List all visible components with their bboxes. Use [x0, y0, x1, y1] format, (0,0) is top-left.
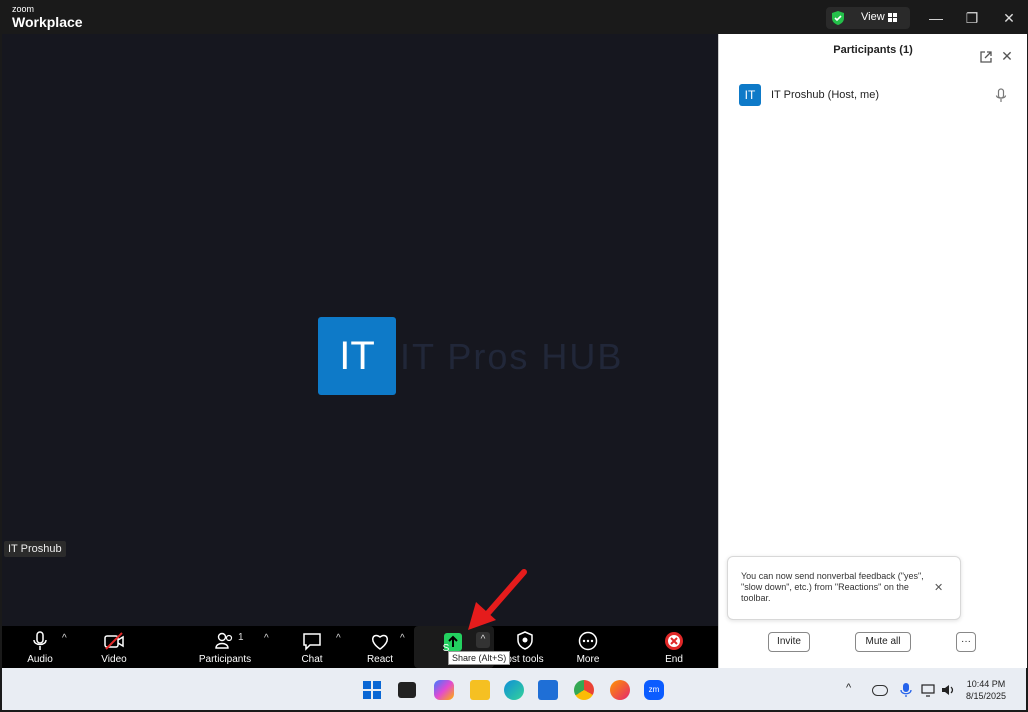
toast-close-icon[interactable]: ✕ — [934, 581, 943, 594]
mute-all-button[interactable]: Mute all — [855, 632, 911, 652]
participants-icon — [215, 632, 233, 649]
show-hidden-icons-icon[interactable]: ^ — [846, 682, 862, 698]
copilot-icon[interactable] — [434, 680, 454, 700]
chrome-browser-icon[interactable] — [574, 680, 594, 700]
share-tooltip: Share (Alt+S) — [448, 651, 511, 665]
chat-button[interactable]: Chat — [294, 626, 330, 668]
participants-caret-icon[interactable]: ^ — [264, 633, 269, 644]
security-shield-icon — [832, 11, 844, 25]
end-button[interactable]: End — [656, 626, 692, 668]
audio-caret-icon[interactable]: ^ — [62, 633, 67, 644]
taskbar: zm ^ 10:44 PM 8/15/2025 — [2, 668, 1026, 710]
react-caret-icon[interactable]: ^ — [400, 633, 405, 644]
microphone-icon[interactable] — [995, 88, 1007, 104]
network-icon[interactable] — [920, 682, 936, 698]
video-off-icon — [104, 632, 124, 650]
microsoft-store-icon[interactable] — [538, 680, 558, 700]
chat-bubble-icon — [303, 633, 321, 651]
video-label: Video — [101, 654, 127, 665]
more-label: More — [576, 654, 600, 665]
red-pointer-arrow-icon — [468, 569, 527, 630]
clock-time: 10:44 PM — [966, 679, 1006, 689]
chat-label: Chat — [301, 654, 323, 665]
more-options-button[interactable]: ··· — [956, 632, 976, 652]
end-call-icon — [665, 632, 683, 650]
brand-zoom: zoom — [12, 4, 35, 14]
cloud-offline-icon[interactable] — [872, 685, 888, 696]
chat-caret-icon[interactable]: ^ — [336, 633, 341, 644]
react-button[interactable]: React — [362, 626, 398, 668]
shield-icon — [517, 631, 533, 650]
audio-label: Audio — [27, 654, 53, 665]
video-area: IT IT Pros HUB IT Proshub — [2, 34, 718, 626]
microphone-icon — [33, 631, 47, 650]
participant-name-tag: IT Proshub — [4, 541, 66, 557]
react-label: React — [366, 654, 394, 665]
participant-name: IT Proshub (Host, me) — [771, 89, 879, 101]
popout-icon[interactable] — [979, 50, 993, 64]
brand-workplace: Workplace — [12, 14, 83, 30]
title-bar: zoom Workplace View — ❐ ✕ — [2, 2, 1026, 34]
clock-date: 8/15/2025 — [966, 691, 1007, 701]
view-button[interactable]: View — [826, 7, 910, 29]
participant-avatar: IT — [318, 317, 396, 395]
close-button[interactable]: ✕ — [999, 8, 1019, 28]
more-ellipsis-icon — [578, 631, 598, 651]
participants-panel: Participants (1) ✕ IT IT Proshub (Host, … — [718, 34, 1027, 668]
more-button[interactable]: More — [570, 626, 606, 668]
reactions-toast: You can now send nonverbal feedback ("ye… — [727, 556, 961, 620]
edge-browser-icon[interactable] — [504, 680, 524, 700]
close-panel-icon[interactable]: ✕ — [999, 48, 1015, 64]
minimize-button[interactable]: — — [926, 8, 946, 28]
video-button[interactable]: Video — [94, 626, 134, 668]
participants-count: 1 — [238, 632, 244, 643]
toast-text: You can now send nonverbal feedback ("ye… — [741, 571, 924, 603]
heart-icon — [372, 634, 388, 650]
participant-avatar-small: IT — [739, 84, 761, 106]
restore-button[interactable]: ❐ — [962, 8, 982, 28]
firefox-browser-icon[interactable] — [610, 680, 630, 700]
view-label: View — [861, 11, 885, 23]
microphone-tray-icon[interactable] — [898, 682, 914, 698]
windows-start-icon[interactable] — [362, 680, 382, 700]
participant-row[interactable]: IT IT Proshub (Host, me) — [739, 84, 1011, 108]
end-label: End — [665, 654, 683, 665]
share-caret-icon[interactable]: ^ — [476, 632, 490, 648]
file-explorer-icon[interactable] — [470, 680, 490, 700]
volume-icon[interactable] — [940, 682, 956, 698]
watermark-text: IT Pros HUB — [400, 336, 624, 377]
task-view-icon[interactable] — [398, 682, 416, 698]
zoom-app-icon[interactable]: zm — [644, 680, 664, 700]
participants-label: Participants — [198, 654, 252, 665]
invite-button[interactable]: Invite — [768, 632, 810, 652]
grid-icon — [888, 13, 897, 22]
audio-button[interactable]: Audio — [20, 626, 60, 668]
meeting-toolbar: Audio ^ Video Participants 1 ^ Chat ^ Re… — [2, 626, 718, 668]
system-clock[interactable]: 10:44 PM 8/15/2025 — [966, 678, 1006, 702]
